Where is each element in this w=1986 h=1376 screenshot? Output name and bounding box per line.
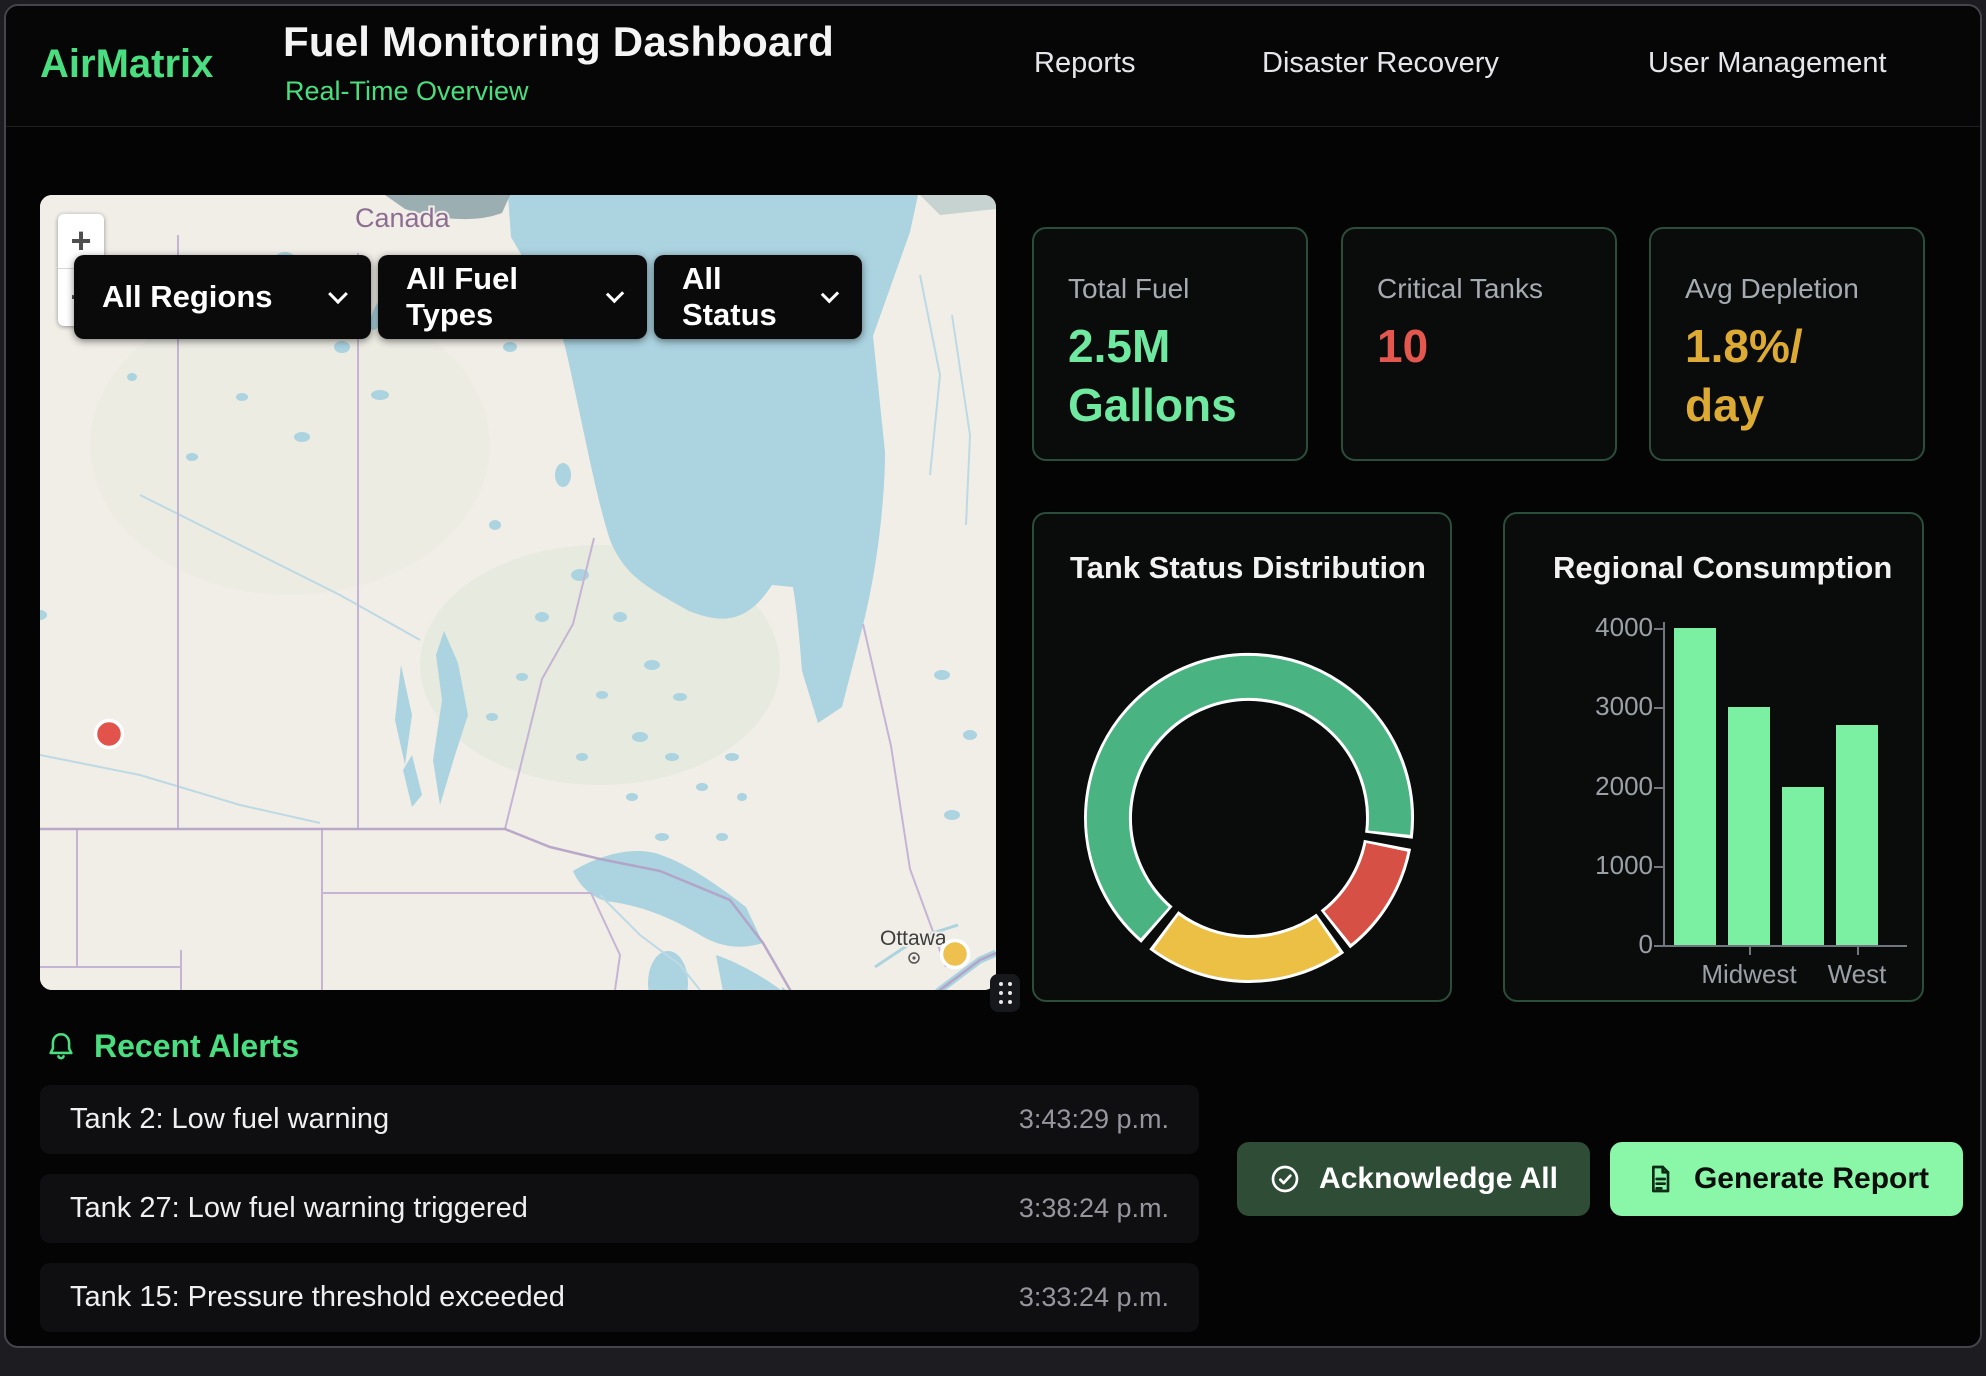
stat-value-line: 2.5M [1068,317,1278,376]
y-tick-label: 0 [1545,929,1653,960]
stat-value: 1.8%/ day [1685,317,1895,435]
alert-text: Tank 2: Low fuel warning [70,1103,389,1136]
alerts-title: Recent Alerts [94,1028,299,1065]
x-tick [1857,947,1859,955]
fuel-type-filter-dropdown[interactable]: All Fuel Types [378,255,647,339]
stat-label: Avg Depletion [1685,273,1859,305]
y-axis-line [1663,622,1665,947]
status-filter-value: All Status [682,261,798,333]
alerts-header: Recent Alerts [44,1028,299,1065]
stat-value-line: day [1685,376,1895,435]
page-title: Fuel Monitoring Dashboard [283,18,834,66]
y-tick-label: 1000 [1545,850,1653,881]
y-tick [1654,945,1663,947]
document-icon [1644,1163,1676,1195]
map-panel: Canada Ottawa Toronto New York + − All R… [40,195,996,990]
tank-status-doughnut-chart [1034,514,1454,1000]
stat-value: 2.5M Gallons [1068,317,1278,435]
chevron-down-icon [821,285,839,303]
generate-report-button[interactable]: Generate Report [1610,1142,1963,1216]
header: AirMatrix Fuel Monitoring Dashboard Real… [6,6,1980,127]
acknowledge-all-label: Acknowledge All [1319,1162,1558,1196]
page-subtitle: Real-Time Overview [285,76,529,107]
map-marker-warning[interactable] [942,941,969,968]
map-town-symbol-dot [912,956,915,959]
generate-report-label: Generate Report [1694,1162,1929,1196]
map-label-canada: Canada [355,203,451,233]
nav-reports[interactable]: Reports [1034,47,1136,80]
map-resize-handle[interactable] [990,974,1020,1012]
nav-disaster-recovery[interactable]: Disaster Recovery [1262,47,1499,80]
stat-card-avg-depletion: Avg Depletion 1.8%/ day [1649,227,1925,461]
stat-value-line: Gallons [1068,376,1278,435]
stat-value: 10 [1377,317,1587,376]
alert-text: Tank 27: Low fuel warning triggered [70,1192,528,1225]
x-axis-line [1663,945,1907,947]
region-filter-value: All Regions [102,279,273,315]
y-tick-label: 3000 [1545,691,1653,722]
nav-user-management[interactable]: User Management [1648,47,1887,80]
stat-label: Critical Tanks [1377,273,1543,305]
stat-value-line: 1.8%/ [1685,317,1895,376]
y-tick [1654,866,1663,868]
check-circle-icon [1269,1163,1301,1195]
alert-row[interactable]: Tank 2: Low fuel warning 3:43:29 p.m. [40,1085,1199,1154]
alert-row[interactable]: Tank 15: Pressure threshold exceeded 3:3… [40,1263,1199,1332]
y-tick [1654,628,1663,630]
map-filterbar: All Regions All Fuel Types All Status [74,255,862,339]
regional-consumption-bar-chart: 01000200030004000MidwestWest [1505,514,1926,1000]
brand-logo: AirMatrix [40,42,213,87]
stat-card-critical-tanks: Critical Tanks 10 [1341,227,1617,461]
stat-card-total-fuel: Total Fuel 2.5M Gallons [1032,227,1308,461]
alert-row[interactable]: Tank 27: Low fuel warning triggered 3:38… [40,1174,1199,1243]
bar-Midwest[interactable] [1728,707,1770,945]
y-tick-label: 2000 [1545,771,1653,802]
bar-series-0[interactable] [1674,628,1716,945]
y-tick [1654,707,1663,709]
bell-icon [44,1030,78,1064]
app-window: AirMatrix Fuel Monitoring Dashboard Real… [4,4,1982,1348]
fuel-type-filter-value: All Fuel Types [406,261,583,333]
map-label-ottawa: Ottawa [880,927,947,950]
x-tick [1749,947,1751,955]
chevron-down-icon [606,285,625,304]
region-filter-dropdown[interactable]: All Regions [74,255,371,339]
tank-status-chart-card: Tank Status Distribution [1032,512,1452,1002]
regional-consumption-chart-card: Regional Consumption 01000200030004000Mi… [1503,512,1924,1002]
acknowledge-all-button[interactable]: Acknowledge All [1237,1142,1590,1216]
map-landcover [90,295,490,595]
bar-West[interactable] [1836,725,1878,945]
alert-text: Tank 15: Pressure threshold exceeded [70,1281,565,1314]
stat-value-line: 10 [1377,317,1587,376]
chevron-down-icon [328,284,348,304]
x-tick-label: West [1787,959,1927,990]
alert-time: 3:38:24 p.m. [1019,1193,1169,1224]
status-filter-dropdown[interactable]: All Status [654,255,862,339]
y-tick-label: 4000 [1545,612,1653,643]
alert-time: 3:33:24 p.m. [1019,1282,1169,1313]
stat-label: Total Fuel [1068,273,1189,305]
y-tick [1654,787,1663,789]
map-marker-critical[interactable] [96,721,123,748]
bar-series-2[interactable] [1782,787,1824,946]
alert-time: 3:43:29 p.m. [1019,1104,1169,1135]
